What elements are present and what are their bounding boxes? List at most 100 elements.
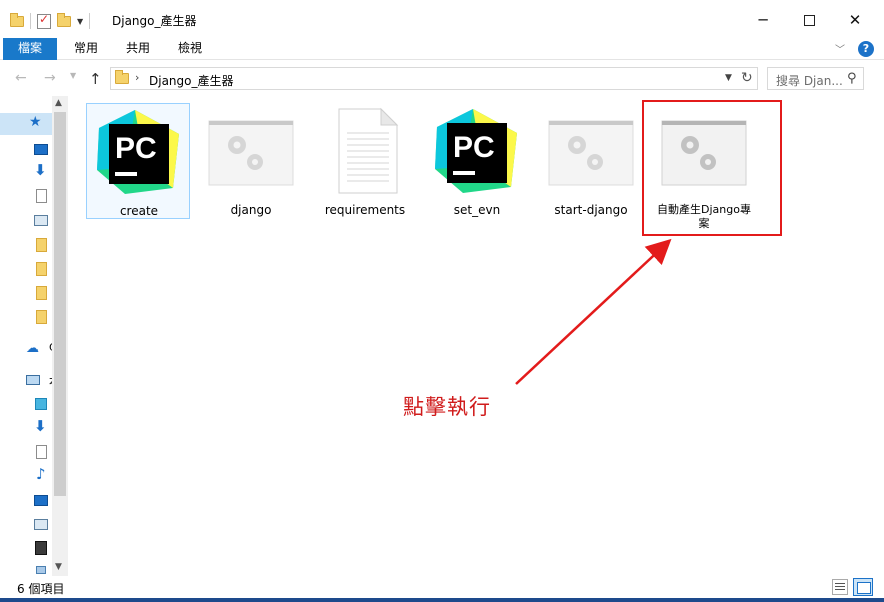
settings-file-icon xyxy=(548,120,634,186)
file-name: start-django xyxy=(554,203,628,217)
toolbar-divider xyxy=(89,13,91,29)
toolbar-divider xyxy=(30,13,31,29)
tab-home[interactable]: 常用 xyxy=(66,38,106,60)
expand-ribbon-icon[interactable]: ﹀ xyxy=(835,41,845,56)
properties-icon[interactable] xyxy=(37,12,51,29)
nav-item-pictures[interactable] xyxy=(0,209,52,231)
forward-button[interactable]: → xyxy=(44,70,56,86)
item-count: 6 個項目 xyxy=(17,582,65,596)
folder-icon xyxy=(115,70,129,84)
scroll-up-icon[interactable]: ▲ xyxy=(55,98,62,108)
settings-file-icon xyxy=(208,120,294,186)
navigation-pane: ★ ⬇ ☁ C 本 ⬇ ♪ ▲ ▼ xyxy=(0,96,68,576)
scroll-down-icon[interactable]: ▼ xyxy=(55,562,62,572)
up-button[interactable]: ↑ xyxy=(89,70,102,88)
file-name: requirements xyxy=(324,203,406,217)
desktop-icon xyxy=(34,495,48,506)
breadcrumb-separator[interactable]: › xyxy=(135,71,139,84)
text-document-icon xyxy=(338,107,399,194)
nav-item-desktop[interactable] xyxy=(0,489,52,511)
nav-item-documents[interactable] xyxy=(0,441,52,463)
desktop-icon xyxy=(34,144,48,155)
quick-access-toolbar: ▼ xyxy=(10,10,91,32)
ribbon-tabs: 檔案 常用 共用 檢視 ﹀ ? xyxy=(0,38,884,60)
nav-item-documents[interactable] xyxy=(0,185,52,207)
nav-item-music[interactable]: ♪ xyxy=(0,465,52,487)
close-icon: ✕ xyxy=(848,11,862,29)
document-icon xyxy=(36,445,47,459)
cloud-icon: ☁ xyxy=(26,341,39,356)
file-item-create[interactable]: PC create xyxy=(86,103,190,219)
nav-item-this-pc[interactable]: 本 xyxy=(0,370,60,392)
nav-item-folder[interactable] xyxy=(0,234,52,256)
nav-item-downloads[interactable]: ⬇ xyxy=(0,417,52,439)
picture-icon xyxy=(34,215,48,226)
svg-text:PC: PC xyxy=(453,131,495,164)
nav-item-folder[interactable] xyxy=(0,282,52,304)
nav-item-downloads[interactable]: ⬇ xyxy=(0,161,52,183)
nav-pane-scrollbar[interactable]: ▲ ▼ xyxy=(52,96,68,576)
back-button[interactable]: ← xyxy=(15,70,27,86)
tab-share[interactable]: 共用 xyxy=(118,38,158,60)
tab-file[interactable]: 檔案 xyxy=(3,38,57,60)
computer-icon xyxy=(26,375,40,385)
customize-toolbar-icon[interactable]: ▼ xyxy=(77,17,83,26)
folder-icon xyxy=(36,238,47,252)
file-name: django xyxy=(230,203,272,217)
file-item-start-django[interactable]: start-django xyxy=(539,103,643,219)
minimize-button[interactable]: ─ xyxy=(740,6,786,34)
annotation-text: 點擊執行 xyxy=(403,395,491,419)
search-placeholder: 搜尋 Djan... xyxy=(776,74,843,88)
close-button[interactable]: ✕ xyxy=(832,6,878,34)
file-name: create xyxy=(119,204,159,218)
breadcrumb[interactable]: Django_產生器 xyxy=(149,72,234,89)
folder-icon xyxy=(10,12,24,27)
pycharm-icon: PC xyxy=(435,109,517,193)
maximize-button[interactable] xyxy=(786,6,832,34)
large-icons-view-icon[interactable] xyxy=(853,578,873,596)
nav-item-onedrive[interactable]: ☁ C xyxy=(0,338,57,360)
search-input[interactable]: 搜尋 Djan... ⚲ xyxy=(767,67,864,90)
address-history-icon[interactable]: ▼ xyxy=(725,73,732,83)
svg-text:PC: PC xyxy=(115,132,157,165)
file-name: set_evn xyxy=(453,203,501,217)
star-icon: ★ xyxy=(29,114,42,130)
folder-icon xyxy=(36,286,47,300)
recent-locations-icon[interactable]: ▼ xyxy=(70,71,76,80)
nav-item-folder[interactable] xyxy=(0,258,52,280)
search-icon[interactable]: ⚲ xyxy=(847,71,857,86)
pycharm-icon: PC xyxy=(97,110,179,194)
file-item-requirements[interactable]: requirements xyxy=(313,103,417,219)
nav-item-videos[interactable] xyxy=(0,537,52,559)
nav-item-folder[interactable] xyxy=(0,306,52,328)
nav-item-pictures[interactable] xyxy=(0,513,52,535)
download-icon: ⬇ xyxy=(34,161,47,179)
network-icon xyxy=(36,566,46,574)
nav-item-desktop[interactable] xyxy=(0,138,52,160)
file-item-set-evn[interactable]: PC set_evn xyxy=(425,103,529,219)
file-list-view[interactable]: PC create django requirements PC set_evn… xyxy=(68,96,884,576)
title-bar: ▼ Django_產生器 ─ ✕ xyxy=(0,0,884,38)
address-bar[interactable]: › Django_產生器 ▼ ↻ xyxy=(110,67,758,90)
scrollbar-thumb[interactable] xyxy=(54,112,66,496)
new-folder-icon[interactable] xyxy=(57,12,71,27)
document-icon xyxy=(36,189,47,203)
tab-view[interactable]: 檢視 xyxy=(170,38,210,60)
nav-item-quick-access[interactable]: ★ xyxy=(0,113,52,135)
nav-item-3d-objects[interactable] xyxy=(0,394,52,416)
window-border xyxy=(0,598,884,602)
folder-icon xyxy=(36,262,47,276)
cube-icon xyxy=(35,398,47,410)
help-icon[interactable]: ? xyxy=(858,41,874,57)
details-view-icon[interactable] xyxy=(832,579,848,595)
refresh-icon[interactable]: ↻ xyxy=(741,70,753,86)
navigation-bar: ← → ▼ ↑ › Django_產生器 ▼ ↻ 搜尋 Djan... ⚲ xyxy=(0,60,884,96)
highlight-box xyxy=(642,100,782,236)
status-bar: 6 個項目 xyxy=(0,576,884,598)
picture-icon xyxy=(34,519,48,530)
minimize-icon: ─ xyxy=(758,11,768,29)
window-title: Django_產生器 xyxy=(112,14,197,28)
file-item-django[interactable]: django xyxy=(199,103,303,219)
music-icon: ♪ xyxy=(36,465,46,483)
folder-icon xyxy=(36,310,47,324)
